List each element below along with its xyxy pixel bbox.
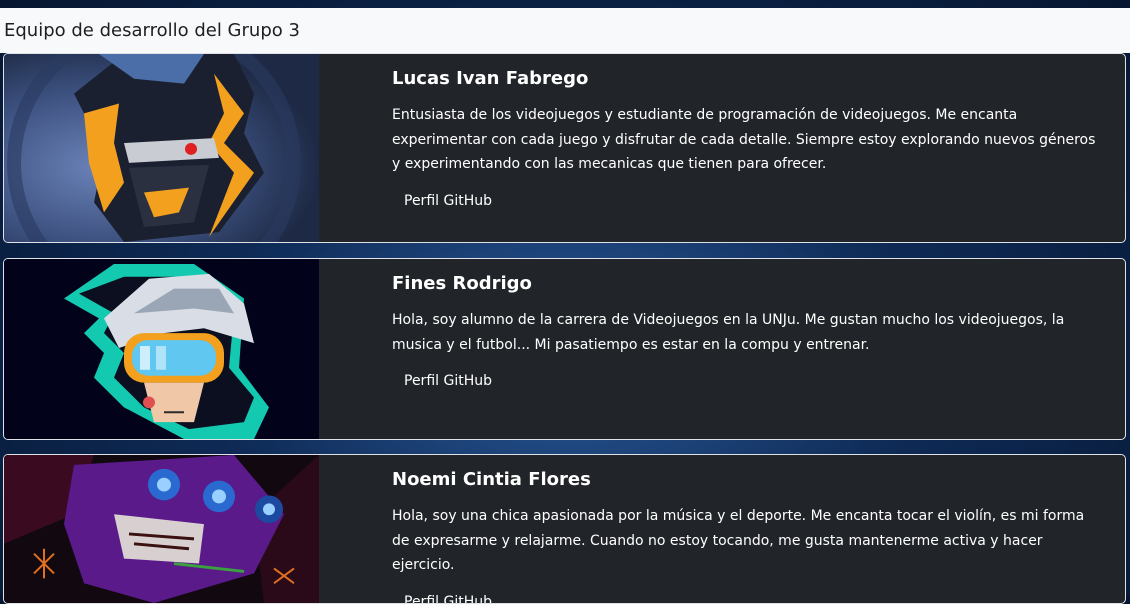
member-name: Fines Rodrigo [392,272,1105,296]
member-description: Entusiasta de los videojuegos y estudian… [392,103,1105,177]
member-info: Noemi Cintia Flores Hola, soy una chica … [392,455,1105,604]
github-profile-link[interactable]: Perfil GitHub [392,187,504,215]
member-avatar-image [4,259,319,439]
member-info: Lucas Ivan Fabrego Entusiasta de los vid… [392,54,1105,215]
member-info: Fines Rodrigo Hola, soy alumno de la car… [392,259,1105,395]
navbar: Equipo de desarrollo del Grupo 3 [0,8,1130,53]
member-card: Noemi Cintia Flores Hola, soy una chica … [3,454,1126,604]
member-name: Lucas Ivan Fabrego [392,67,1105,91]
github-profile-link[interactable]: Perfil GitHub [392,588,504,604]
navbar-brand[interactable]: Equipo de desarrollo del Grupo 3 [4,20,300,41]
member-card: Lucas Ivan Fabrego Entusiasta de los vid… [3,53,1126,243]
member-description: Hola, soy alumno de la carrera de Videoj… [392,308,1105,357]
member-description: Hola, soy una chica apasionada por la mú… [392,504,1105,578]
member-name: Noemi Cintia Flores [392,468,1105,492]
member-card: Fines Rodrigo Hola, soy alumno de la car… [3,258,1126,440]
member-avatar-image [4,54,319,242]
github-profile-link[interactable]: Perfil GitHub [392,367,504,395]
member-avatar-image [4,455,319,603]
